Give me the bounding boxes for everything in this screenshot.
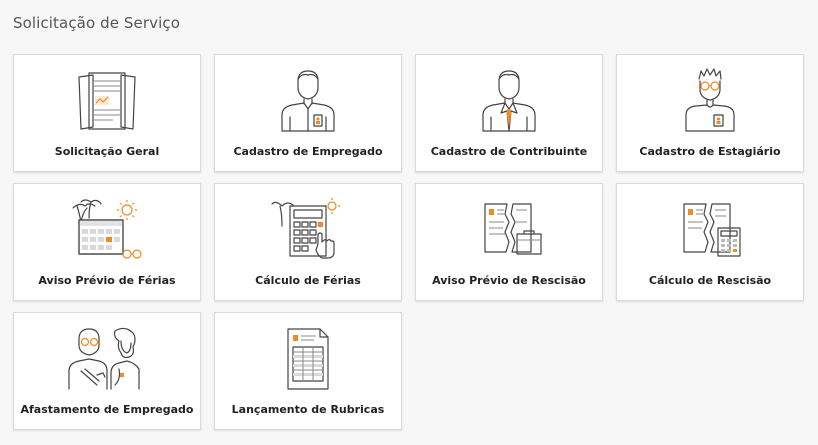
vacation-calculator-icon [268,196,348,264]
card-solicitacao-geral[interactable]: Solicitação Geral [13,54,201,172]
card-afastamento-empregado[interactable]: Afastamento de Empregado [13,312,201,430]
card-label: Cálculo de Férias [255,274,361,287]
card-label: Cadastro de Estagiário [639,145,781,158]
card-calculo-ferias[interactable]: Cálculo de Férias [214,183,402,301]
employee-icon [268,67,348,135]
card-label: Aviso Prévio de Férias [38,274,176,287]
contributor-icon [469,67,549,135]
service-grid: Solicitação Geral Cadastro de Empregado [13,54,804,430]
card-label: Afastamento de Empregado [20,403,194,416]
card-label: Cálculo de Rescisão [648,274,772,287]
card-aviso-previo-ferias[interactable]: Aviso Prévio de Férias [13,183,201,301]
card-label: Aviso Prévio de Rescisão [432,274,586,287]
page-title: Solicitação de Serviço [13,14,181,32]
torn-contract-icon [469,196,549,264]
card-label: Cadastro de Contribuinte [430,145,588,158]
intern-icon [670,67,750,135]
payroll-document-icon [268,325,348,393]
documents-icon [67,67,147,135]
card-label: Cadastro de Empregado [233,145,383,158]
card-label: Solicitação Geral [54,145,160,158]
torn-contract-calculator-icon [670,196,750,264]
vacation-calendar-icon [67,196,147,264]
card-lancamento-rubricas[interactable]: Lançamento de Rubricas [214,312,402,430]
card-calculo-rescisao[interactable]: Cálculo de Rescisão [616,183,804,301]
card-cadastro-estagiario[interactable]: Cadastro de Estagiário [616,54,804,172]
card-aviso-previo-rescisao[interactable]: Aviso Prévio de Rescisão [415,183,603,301]
card-cadastro-empregado[interactable]: Cadastro de Empregado [214,54,402,172]
card-label: Lançamento de Rubricas [231,403,385,416]
card-cadastro-contribuinte[interactable]: Cadastro de Contribuinte [415,54,603,172]
employee-leave-icon [67,325,147,393]
